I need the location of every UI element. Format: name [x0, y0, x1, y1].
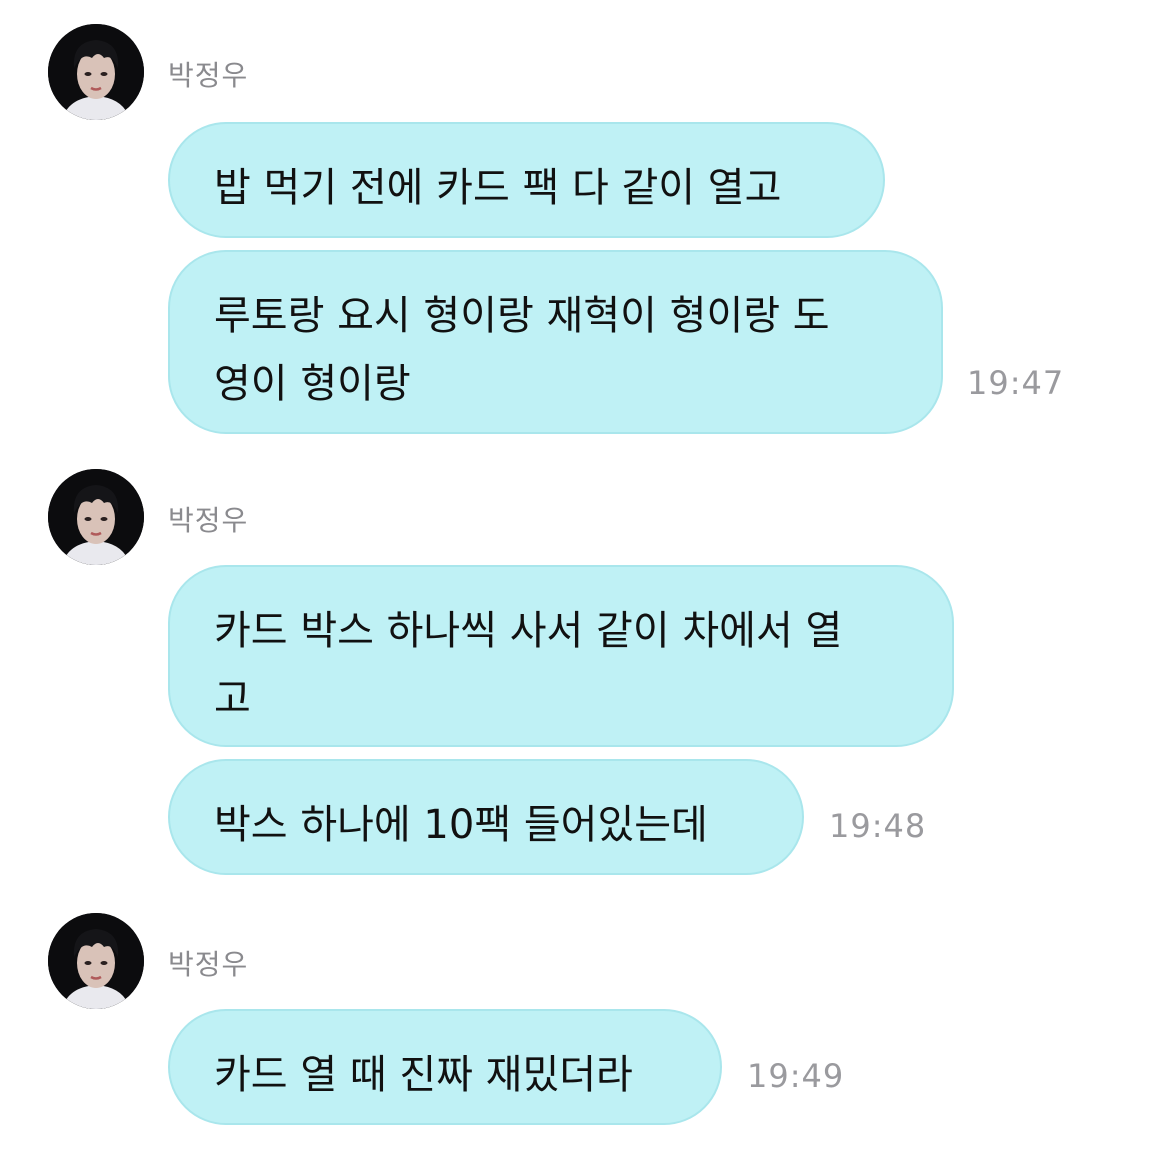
- message-bubble[interactable]: 카드 박스 하나씩 사서 같이 차에서 열 고: [168, 565, 954, 747]
- sender-name: 박정우: [168, 504, 249, 537]
- sender-name: 박정우: [168, 59, 249, 92]
- message-bubble[interactable]: 루토랑 요시 형이랑 재혁이 형이랑 도 영이 형이랑: [168, 250, 943, 434]
- avatar[interactable]: [48, 469, 144, 565]
- profile-photo-icon: [48, 24, 144, 120]
- avatar[interactable]: [48, 913, 144, 1009]
- message-bubble[interactable]: 카드 열 때 진짜 재밌더라: [168, 1009, 722, 1125]
- sender-name: 박정우: [168, 948, 249, 981]
- avatar[interactable]: [48, 24, 144, 120]
- profile-photo-icon: [48, 469, 144, 565]
- timestamp: 19:48: [829, 807, 927, 845]
- profile-photo-icon: [48, 913, 144, 1009]
- message-bubble[interactable]: 박스 하나에 10팩 들어있는데: [168, 759, 804, 875]
- message-bubble[interactable]: 밥 먹기 전에 카드 팩 다 같이 열고: [168, 122, 885, 238]
- timestamp: 19:47: [967, 364, 1065, 402]
- timestamp: 19:49: [747, 1057, 845, 1095]
